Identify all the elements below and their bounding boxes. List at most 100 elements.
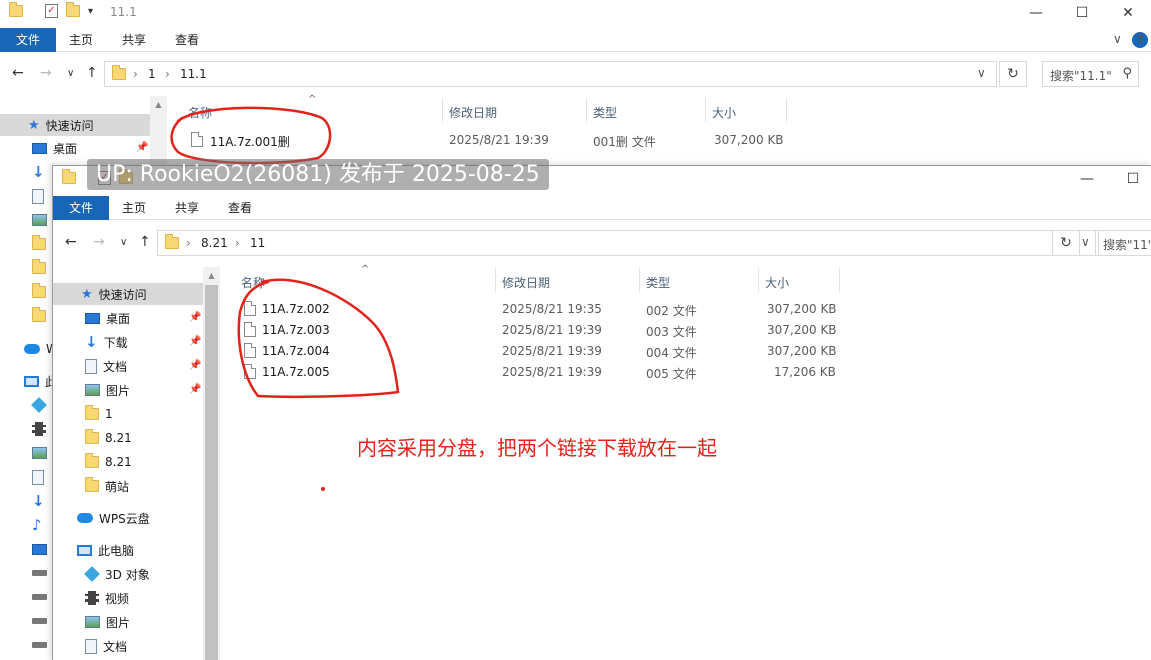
properties-icon[interactable]: ✓ [45, 4, 58, 18]
sidebar-item-desktop[interactable]: 桌面 [32, 137, 77, 159]
column-divider[interactable] [495, 268, 496, 292]
refresh-button[interactable]: ↻ [1052, 230, 1080, 256]
file-row[interactable]: 11A.7z.004 2025/8/21 19:39 004 文件 307,20… [220, 341, 1151, 362]
minimize-icon[interactable]: — [1064, 166, 1110, 192]
sidebar-item-folder-1[interactable]: 1 [85, 403, 113, 425]
tab-home[interactable]: 主页 [69, 28, 93, 52]
sidebar-item-3d-objects[interactable]: 3D 对象 [84, 563, 150, 585]
file-row[interactable]: 11A.7z.003 2025/8/21 19:39 003 文件 307,20… [220, 320, 1151, 341]
scrollbar-thumb[interactable] [205, 285, 218, 660]
sidebar-item-desktop[interactable] [32, 538, 47, 560]
recent-locations-icon[interactable]: ∨ [120, 237, 127, 248]
sidebar-item-videos[interactable] [32, 418, 46, 440]
tab-file[interactable]: 文件 [53, 196, 109, 220]
back-icon[interactable]: ← [12, 65, 24, 81]
breadcrumb-item[interactable]: 11 [250, 236, 265, 250]
sidebar-item-drive[interactable] [32, 562, 47, 584]
column-header-type[interactable]: 类型 [646, 274, 670, 291]
address-dropdown-icon[interactable]: ∨ [1081, 235, 1090, 249]
sidebar-item-downloads[interactable]: ↓ [32, 161, 45, 183]
column-header-name[interactable]: 名称 [241, 274, 265, 291]
tab-home[interactable]: 主页 [122, 196, 146, 220]
sidebar-item-videos[interactable]: 视频 [85, 587, 129, 609]
up-icon[interactable]: ↑ [139, 234, 151, 250]
column-divider[interactable] [705, 98, 706, 122]
sidebar-item-folder[interactable] [32, 305, 46, 327]
sidebar-item-drive[interactable] [32, 634, 47, 656]
forward-icon[interactable]: → [40, 65, 52, 81]
scroll-up-icon[interactable]: ▲ [203, 267, 220, 284]
address-bar[interactable]: › 1 › 11.1 ∨ [104, 61, 997, 87]
column-header-date[interactable]: 修改日期 [449, 104, 497, 121]
file-row[interactable]: 11A.7z.001删 2025/8/21 19:39 001删 文件 307,… [167, 130, 1151, 151]
tab-file[interactable]: 文件 [0, 28, 56, 52]
recent-locations-icon[interactable]: ∨ [67, 68, 74, 79]
column-header-date[interactable]: 修改日期 [502, 274, 550, 291]
column-header-type[interactable]: 类型 [593, 104, 617, 121]
sidebar-item-this-pc[interactable]: 此电脑 [77, 539, 134, 561]
sidebar-item-desktop[interactable]: 桌面 [85, 307, 130, 329]
refresh-button[interactable]: ↻ [999, 61, 1027, 87]
column-header-name[interactable]: 名称 [188, 104, 212, 121]
column-divider[interactable] [758, 268, 759, 292]
search-icon[interactable]: ⚲ [1122, 66, 1132, 81]
scroll-up-icon[interactable]: ▲ [150, 96, 167, 113]
tab-share[interactable]: 共享 [122, 28, 146, 52]
sidebar-item-quick-access[interactable]: ★ 快速访问 [53, 283, 203, 305]
search-box[interactable]: 搜索"11.1" ⚲ [1042, 61, 1139, 87]
sidebar-item-folder-8-21[interactable]: 8.21 [85, 451, 132, 473]
column-header-size[interactable]: 大小 [765, 274, 789, 291]
column-header-size[interactable]: 大小 [712, 104, 736, 121]
navigation-scrollbar[interactable]: ▲ [203, 267, 220, 660]
tab-share[interactable]: 共享 [175, 196, 199, 220]
sidebar-item-documents[interactable]: 文档 [85, 355, 127, 377]
back-icon[interactable]: ← [65, 234, 77, 250]
sidebar-item-drive[interactable] [32, 610, 47, 632]
sidebar-item-folder[interactable] [32, 281, 46, 303]
column-divider[interactable] [442, 98, 443, 122]
tab-view[interactable]: 查看 [175, 28, 199, 52]
close-icon[interactable]: ✕ [1105, 0, 1151, 26]
sidebar-item-documents[interactable] [32, 185, 44, 207]
breadcrumb-item[interactable]: 1 [148, 67, 156, 81]
search-input[interactable]: 搜索"11.1" [1050, 67, 1112, 84]
sidebar-item-downloads[interactable]: ↓ 下载 [85, 331, 128, 353]
file-row[interactable]: 11A.7z.005 2025/8/21 19:39 005 文件 17,206… [220, 362, 1151, 383]
sidebar-item-quick-access[interactable]: ★ 快速访问 [0, 114, 150, 136]
column-divider[interactable] [786, 98, 787, 122]
sidebar-item-documents[interactable]: 文档 [85, 635, 127, 657]
sidebar-item-pictures[interactable] [32, 209, 47, 231]
help-icon[interactable]: ? [1132, 32, 1148, 48]
column-divider[interactable] [586, 98, 587, 122]
tab-view[interactable]: 查看 [228, 196, 252, 220]
sidebar-item-drive[interactable] [32, 586, 47, 608]
sidebar-item-pictures[interactable]: 图片 [85, 379, 130, 401]
search-box[interactable]: 搜索"11" [1095, 230, 1151, 256]
ribbon-expand-icon[interactable]: ∨ [1113, 32, 1122, 46]
maximize-icon[interactable]: ☐ [1059, 0, 1105, 26]
search-input[interactable]: 搜索"11" [1103, 236, 1151, 253]
sidebar-item-music[interactable]: ♪ [32, 514, 42, 536]
column-divider[interactable] [639, 268, 640, 292]
minimize-icon[interactable]: — [1013, 0, 1059, 26]
maximize-icon[interactable]: ☐ [1110, 166, 1151, 192]
address-dropdown-icon[interactable]: ∨ [977, 66, 986, 80]
column-divider[interactable] [839, 268, 840, 292]
address-bar[interactable]: › 8.21 › 11 ∨ [157, 230, 1099, 256]
sidebar-item-3d-objects[interactable] [31, 394, 47, 416]
sidebar-item-folder[interactable] [32, 257, 46, 279]
sidebar-item-pictures[interactable]: 图片 [85, 611, 130, 633]
breadcrumb-item[interactable]: 11.1 [180, 67, 207, 81]
sidebar-item-documents[interactable] [32, 466, 44, 488]
sidebar-item-pictures[interactable] [32, 442, 47, 464]
new-folder-icon[interactable] [66, 2, 80, 17]
sidebar-item-folder-mengzhan[interactable]: 萌站 [85, 475, 129, 497]
forward-icon[interactable]: → [93, 234, 105, 250]
sidebar-item-folder-8-21[interactable]: 8.21 [85, 427, 132, 449]
breadcrumb-item[interactable]: 8.21 [201, 236, 228, 250]
file-row[interactable]: 11A.7z.002 2025/8/21 19:35 002 文件 307,20… [220, 299, 1151, 320]
sidebar-item-downloads[interactable]: ↓ [32, 490, 45, 512]
customize-toolbar-icon[interactable]: ▾ [88, 6, 93, 17]
up-icon[interactable]: ↑ [86, 65, 98, 81]
sidebar-item-wps-cloud[interactable]: WPS云盘 [77, 507, 150, 529]
